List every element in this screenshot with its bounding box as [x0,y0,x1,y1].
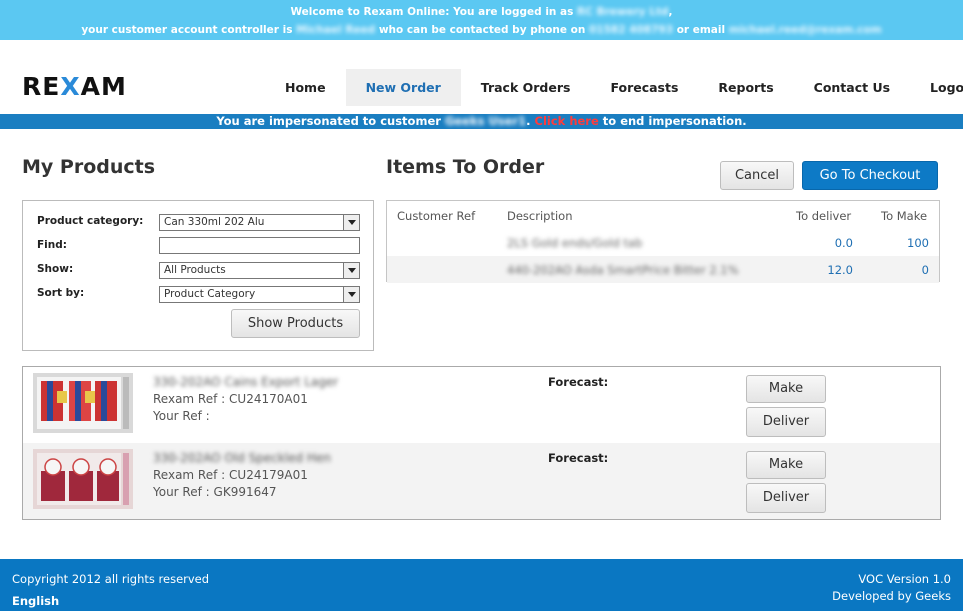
main-nav: Home New Order Track Orders Forecasts Re… [265,69,963,106]
product-your-ref: Your Ref : [153,409,210,423]
impersonation-text: You are impersonated to customer [216,114,441,128]
show-value: All Products [164,264,226,276]
col-description: Description [507,209,573,223]
logged-in-user: RC Brewery Ltd [577,6,669,18]
nav-track-orders[interactable]: Track Orders [461,69,591,106]
controller-email[interactable]: michael.reed@rexam.com [729,24,882,36]
logo-text-2: AM [80,72,127,101]
row-to-make[interactable]: 100 [907,236,929,250]
sort-select[interactable]: Product Category [159,286,360,303]
go-to-checkout-button[interactable]: Go To Checkout [802,161,938,190]
find-label: Find: [37,239,67,251]
developer-text: Developed by Geeks [832,589,951,603]
end-impersonation-link[interactable]: Click here [535,114,599,128]
impersonation-suffix: to end impersonation. [602,114,747,128]
your-ref-value: GK991647 [213,485,277,499]
email-text: or email [676,24,726,36]
col-to-make: To Make [881,209,928,223]
logo-text-x: X [60,72,81,101]
make-button[interactable]: Make [746,451,826,479]
impersonated-customer: Geeks User1 [444,114,527,128]
table-row[interactable]: 440-202AO Asda SmartPrice Bitter 2.1% 12… [387,256,939,283]
product-label-image [33,373,133,433]
product-rexam-ref: Rexam Ref : CU24179A01 [153,468,308,482]
nav-reports[interactable]: Reports [698,69,793,106]
nav-forecasts[interactable]: Forecasts [590,69,698,106]
version-text: VOC Version 1.0 [858,572,951,586]
product-label-image [33,449,133,509]
copyright-text: Copyright 2012 all rights reserved [12,572,210,586]
rexam-ref-value: CU24179A01 [229,468,308,482]
items-to-order-table: Customer Ref Description To deliver To M… [386,200,940,283]
rexam-ref-value: CU24170A01 [229,392,308,406]
list-item: 330-202AO Old Speckled Hen Rexam Ref : C… [23,443,940,519]
product-filter-panel: Product category: Can 330ml 202 Alu Find… [22,200,374,351]
logo-text-1: RE [22,72,61,101]
category-label: Product category: [37,215,144,227]
products-list: 330-202AO Cains Export Lager Rexam Ref :… [22,366,941,520]
find-input[interactable] [159,237,360,254]
rexam-logo[interactable]: REXAM [22,72,127,101]
forecast-label: Forecast: [548,375,609,389]
controller-name: Michael Reed [296,24,376,36]
chevron-down-icon [343,215,359,230]
nav-logout[interactable]: Logout [910,69,963,106]
category-select[interactable]: Can 330ml 202 Alu [159,214,360,231]
show-select[interactable]: All Products [159,262,360,279]
rexam-ref-label: Rexam Ref : [153,392,226,406]
impersonation-bar: You are impersonated to customer Geeks U… [0,114,963,129]
forecast-label: Forecast: [548,451,609,465]
welcome-line-1: Welcome to Rexam Online: You are logged … [290,6,673,18]
product-rexam-ref: Rexam Ref : CU24170A01 [153,392,308,406]
show-products-button[interactable]: Show Products [231,309,360,338]
chevron-down-icon [343,263,359,278]
welcome-text: Welcome to Rexam Online: You are logged … [290,6,574,18]
col-customer-ref: Customer Ref [397,209,476,223]
language-link[interactable]: English [12,594,59,608]
product-name: 330-202AO Cains Export Lager [153,375,339,389]
controller-text: your customer account controller is [81,24,293,36]
product-name: 330-202AO Old Speckled Hen [153,451,331,465]
your-ref-label: Your Ref : [153,409,210,423]
impersonation-dot: . [526,114,531,128]
rexam-ref-label: Rexam Ref : [153,468,226,482]
phone-text: who can be contacted by phone on [378,24,586,36]
product-your-ref: Your Ref : GK991647 [153,485,277,499]
col-to-deliver: To deliver [796,209,852,223]
table-row[interactable]: 2LS Gold ends/Gold tab 0.0 100 [387,229,939,256]
welcome-banner: Welcome to Rexam Online: You are logged … [0,0,963,40]
show-label: Show: [37,263,74,275]
row-to-deliver[interactable]: 12.0 [827,263,853,277]
nav-home[interactable]: Home [265,69,346,106]
deliver-button[interactable]: Deliver [746,483,826,513]
items-to-order-title: Items To Order [386,156,545,178]
controller-phone: 01582 408793 [589,24,674,36]
make-button[interactable]: Make [746,375,826,403]
nav-new-order[interactable]: New Order [345,69,461,106]
sort-label: Sort by: [37,287,85,299]
chevron-down-icon [343,287,359,302]
cancel-button[interactable]: Cancel [720,161,794,190]
row-to-deliver[interactable]: 0.0 [835,236,853,250]
my-products-title: My Products [22,156,156,178]
nav-contact-us[interactable]: Contact Us [794,69,910,106]
deliver-button[interactable]: Deliver [746,407,826,437]
row-description: 440-202AO Asda SmartPrice Bitter 2.1% [507,263,739,277]
list-item: 330-202AO Cains Export Lager Rexam Ref :… [23,367,940,443]
row-description: 2LS Gold ends/Gold tab [507,236,643,250]
footer: Copyright 2012 all rights reserved Engli… [0,559,963,611]
welcome-line-2: your customer account controller is Mich… [0,21,963,39]
sort-value: Product Category [164,288,256,300]
row-to-make[interactable]: 0 [922,263,929,277]
your-ref-label: Your Ref : [153,485,210,499]
category-value: Can 330ml 202 Alu [164,216,265,228]
